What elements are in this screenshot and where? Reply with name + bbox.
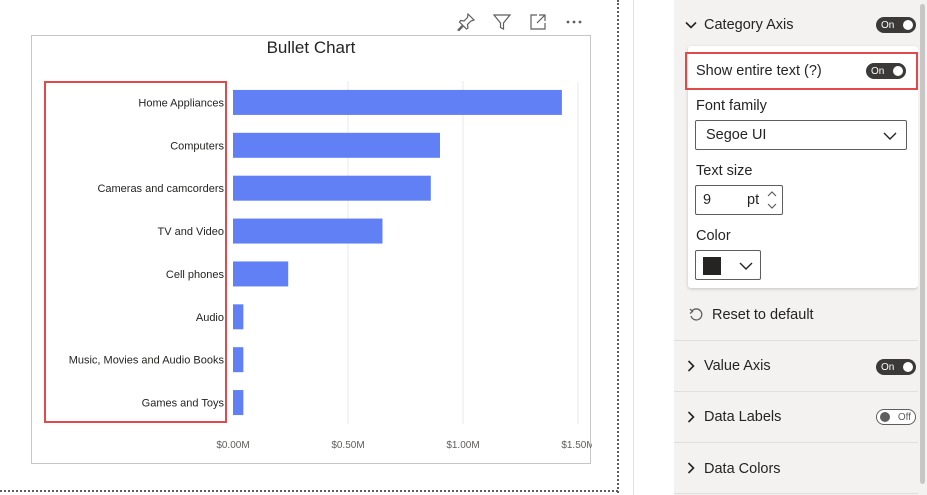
color-label: Color — [696, 228, 731, 244]
font-family-value: Segoe UI — [706, 127, 767, 143]
bar[interactable] — [233, 304, 244, 330]
chevron-right-icon[interactable] — [684, 410, 698, 424]
scrollbar-thumb[interactable] — [920, 4, 925, 484]
reset-icon — [689, 308, 703, 321]
section-label: Data Colors — [704, 461, 781, 477]
section-divider — [674, 493, 918, 494]
chevron-right-icon[interactable] — [684, 359, 698, 373]
bar[interactable] — [233, 261, 289, 287]
toggle-knob — [903, 362, 913, 372]
x-tick-label: $1.50M — [561, 440, 592, 451]
category-axis-toggle[interactable]: On — [876, 17, 916, 33]
toggle-knob — [903, 20, 913, 30]
show-entire-text-highlight — [685, 52, 918, 90]
color-swatch — [703, 257, 721, 275]
bar[interactable] — [233, 132, 440, 158]
chevron-down-icon[interactable] — [684, 18, 698, 32]
value-axis-toggle[interactable]: On — [876, 359, 916, 375]
section-data-labels[interactable]: Data Labels Off — [674, 392, 918, 442]
section-category-axis[interactable]: Category Axis On — [674, 0, 918, 50]
canvas-dotted-border — [617, 0, 619, 493]
reset-to-default-button[interactable]: Reset to default — [688, 304, 814, 326]
section-value-axis[interactable]: Value Axis On — [674, 341, 918, 391]
toggle-knob — [880, 412, 890, 422]
chevron-down-icon — [739, 262, 753, 270]
section-label: Data Labels — [704, 409, 782, 425]
font-family-label: Font family — [696, 98, 767, 114]
filter-icon[interactable] — [491, 11, 513, 33]
toggle-text: On — [881, 19, 895, 31]
reset-label: Reset to default — [712, 307, 814, 323]
font-family-dropdown[interactable]: Segoe UI — [695, 120, 907, 150]
color-picker[interactable] — [695, 250, 761, 280]
bar[interactable] — [233, 390, 244, 416]
text-size-unit: pt — [747, 192, 760, 208]
text-size-value: 9 — [703, 192, 712, 208]
bar[interactable] — [233, 175, 431, 201]
chevron-right-icon[interactable] — [684, 461, 698, 475]
x-tick-label: $0.00M — [216, 440, 249, 451]
text-size-stepper[interactable]: 9 pt — [695, 185, 783, 215]
toggle-text: On — [881, 361, 895, 373]
text-size-label: Text size — [696, 163, 753, 179]
more-options-icon[interactable] — [563, 11, 585, 33]
pin-icon[interactable] — [455, 11, 477, 33]
canvas-dotted-border-bottom — [0, 490, 618, 492]
bar[interactable] — [233, 218, 383, 244]
category-labels-highlight — [44, 81, 227, 423]
x-tick-label: $1.00M — [446, 440, 479, 451]
section-label: Value Axis — [704, 358, 771, 374]
report-canvas: Bullet Chart $0.00M $0.50M $1.00M $1.50M Hom… — [0, 0, 620, 495]
visual-header-toolbar — [455, 10, 585, 34]
x-tick-label: $0.50M — [331, 440, 364, 451]
toggle-text: Off — [897, 411, 911, 423]
focus-mode-icon[interactable] — [527, 11, 549, 33]
pane-scrollbar[interactable] — [918, 0, 927, 495]
chevron-down-icon — [883, 132, 897, 140]
pane-separator — [633, 0, 634, 495]
data-labels-toggle[interactable]: Off — [876, 409, 916, 425]
section-label: Category Axis — [704, 17, 794, 33]
bar[interactable] — [233, 89, 562, 115]
stepper-arrows-icon[interactable] — [765, 187, 779, 213]
bar[interactable] — [233, 347, 244, 373]
section-data-colors[interactable]: Data Colors — [674, 443, 918, 493]
